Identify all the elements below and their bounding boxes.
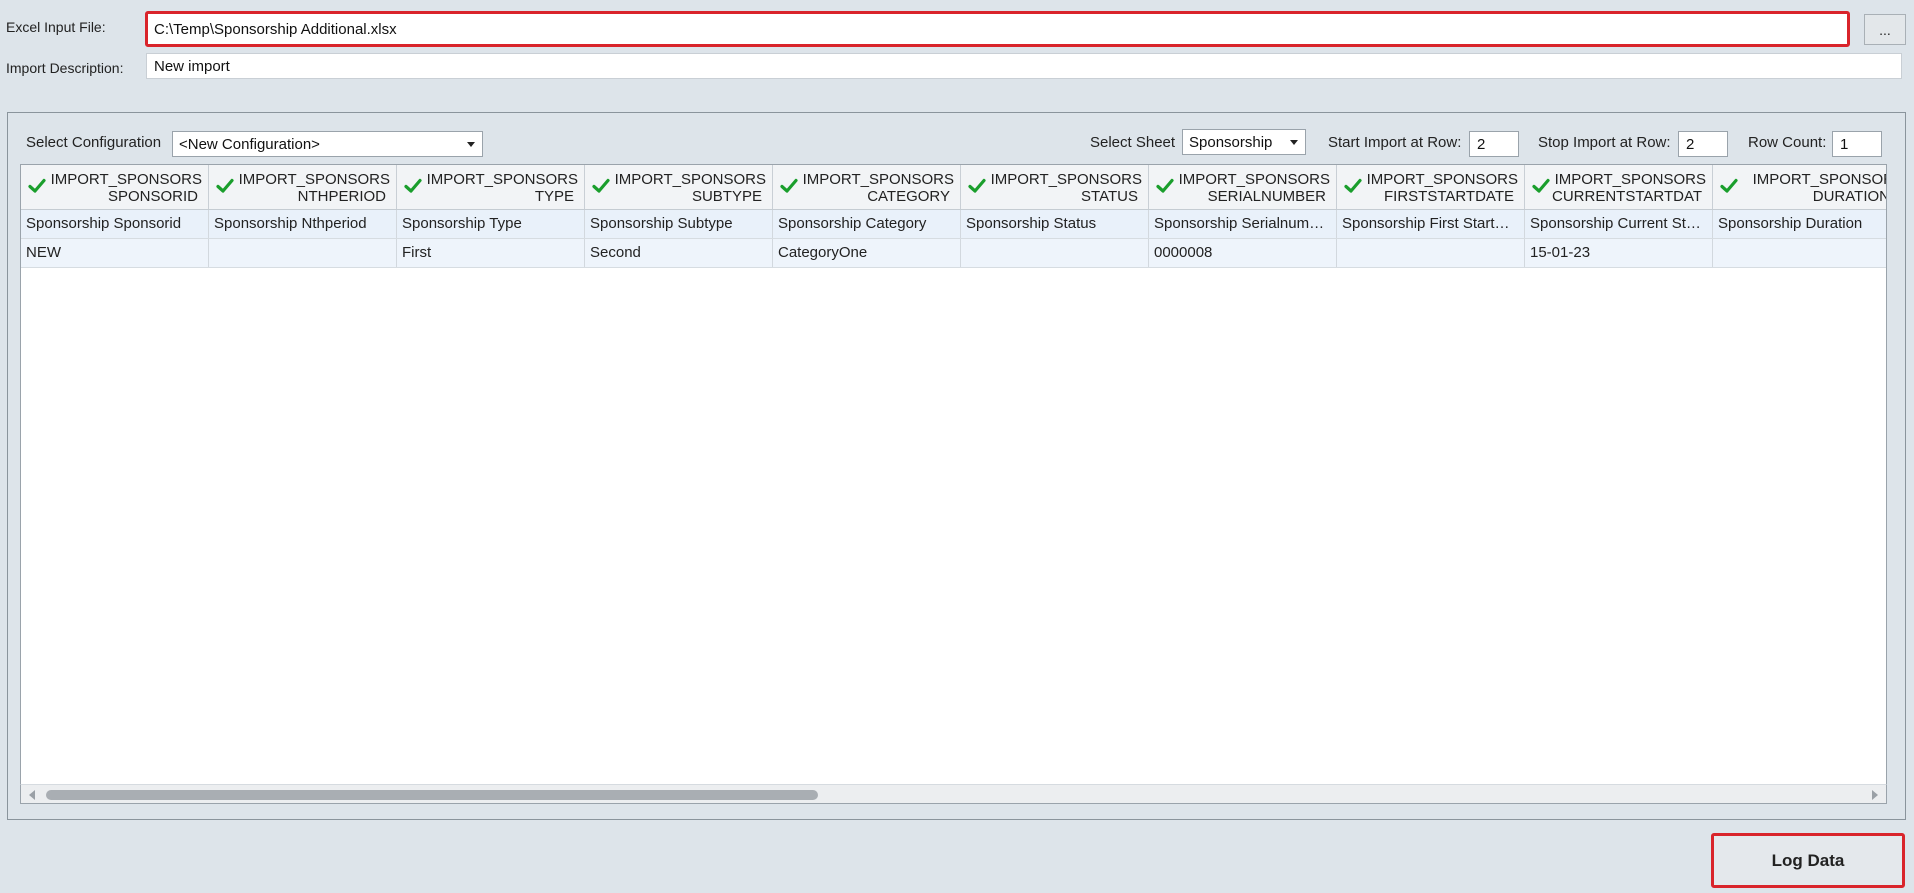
grid-body: NEW First Second CategoryOne 0000008 15-01-23 [21, 239, 1886, 268]
table-cell[interactable]: CategoryOne [773, 239, 961, 267]
configuration-dropdown[interactable]: <New Configuration> [172, 131, 483, 157]
excel-input-field[interactable]: C:\Temp\Sponsorship Additional.xlsx [145, 11, 1850, 47]
column-header[interactable]: IMPORT_SPONSORS SERIALNUMBER [1149, 165, 1337, 209]
column-header-line1: IMPORT_SPONSORS [614, 171, 766, 188]
column-header-line2: STATUS [1081, 188, 1138, 205]
stop-row-input[interactable]: 2 [1678, 131, 1728, 157]
description-cell[interactable]: Sponsorship Subtype [585, 210, 773, 238]
column-header-line1: IMPORT_SPONSORS [802, 171, 954, 188]
column-header[interactable]: IMPORT_SPONSORS SUBTYPE [585, 165, 773, 209]
check-icon [28, 178, 46, 193]
excel-input-value: C:\Temp\Sponsorship Additional.xlsx [154, 20, 397, 38]
table-cell[interactable] [1713, 239, 1886, 267]
column-header[interactable]: IMPORT_SPONSOR DURATION [1713, 165, 1887, 209]
column-header-line1: IMPORT_SPONSORS [1178, 171, 1330, 188]
sheet-dropdown[interactable]: Sponsorship [1182, 129, 1306, 155]
column-header-line2: FIRSTSTARTDATE [1383, 188, 1514, 205]
scroll-left-icon[interactable] [29, 790, 35, 800]
grid-header-row: IMPORT_SPONSORS SPONSORID IMPORT_SPONSORS N… [21, 165, 1886, 210]
import-description-field[interactable]: New import [146, 53, 1902, 79]
import-description-label: Import Description: [6, 60, 124, 76]
select-sheet-label: Select Sheet [1090, 134, 1176, 151]
check-icon [968, 178, 986, 193]
check-icon [780, 178, 798, 193]
scrollbar-thumb[interactable] [46, 790, 818, 800]
table-cell[interactable] [961, 239, 1149, 267]
table-cell[interactable]: First [397, 239, 585, 267]
column-header[interactable]: IMPORT_SPONSORS SPONSORID [21, 165, 209, 209]
row-count-value: 1 [1840, 135, 1849, 153]
description-cell[interactable]: Sponsorship Category [773, 210, 961, 238]
check-icon [1532, 178, 1550, 193]
row-count-label: Row Count: [1748, 134, 1827, 151]
description-cell[interactable]: Sponsorship Status [961, 210, 1149, 238]
description-cell[interactable]: Sponsorship Nthperiod [209, 210, 397, 238]
column-header[interactable]: IMPORT_SPONSORS CURRENTSTARTDAT [1525, 165, 1713, 209]
column-header-line1: IMPORT_SPONSOR [1752, 171, 1887, 188]
table-row[interactable]: NEW First Second CategoryOne 0000008 15-01-23 [21, 239, 1886, 268]
stop-row-label: Stop Import at Row: [1538, 134, 1671, 151]
table-cell[interactable]: Second [585, 239, 773, 267]
column-header-line2: CATEGORY [867, 188, 950, 205]
chevron-down-icon [467, 142, 475, 147]
chevron-down-icon [1290, 140, 1298, 145]
row-count-input[interactable]: 1 [1832, 131, 1882, 157]
check-icon [592, 178, 610, 193]
table-cell[interactable] [1337, 239, 1525, 267]
description-cell[interactable]: Sponsorship Duration [1713, 210, 1886, 238]
column-header-line2: TYPE [534, 188, 574, 205]
check-icon [404, 178, 422, 193]
scroll-right-icon[interactable] [1872, 790, 1878, 800]
excel-input-label: Excel Input File: [6, 19, 106, 35]
table-cell[interactable]: NEW [21, 239, 209, 267]
description-cell[interactable]: Sponsorship Serialnum… [1149, 210, 1337, 238]
check-icon [1156, 178, 1174, 193]
select-configuration-label: Select Configuration [26, 134, 162, 151]
description-row: Sponsorship Sponsorid Sponsorship Nthperi… [21, 210, 1886, 239]
stop-row-value: 2 [1686, 135, 1695, 153]
description-cell[interactable]: Sponsorship Current St… [1525, 210, 1713, 238]
column-header-line1: IMPORT_SPONSORS [990, 171, 1142, 188]
sheet-value: Sponsorship [1189, 133, 1273, 151]
column-header[interactable]: IMPORT_SPONSORS FIRSTSTARTDATE [1337, 165, 1525, 209]
description-cell[interactable]: Sponsorship Sponsorid [21, 210, 209, 238]
data-grid: IMPORT_SPONSORS SPONSORID IMPORT_SPONSORS N… [20, 164, 1887, 804]
column-header-line2: CURRENTSTARTDAT [1552, 188, 1702, 205]
column-header[interactable]: IMPORT_SPONSORS TYPE [397, 165, 585, 209]
horizontal-scrollbar[interactable] [20, 784, 1887, 804]
column-header-line1: IMPORT_SPONSORS [1554, 171, 1706, 188]
column-header-line2: DURATION [1812, 188, 1887, 205]
table-cell[interactable]: 15-01-23 [1525, 239, 1713, 267]
column-header-line1: IMPORT_SPONSORS [238, 171, 390, 188]
description-cell[interactable]: Sponsorship First Start… [1337, 210, 1525, 238]
description-cell[interactable]: Sponsorship Type [397, 210, 585, 238]
column-header[interactable]: IMPORT_SPONSORS NTHPERIOD [209, 165, 397, 209]
configuration-value: <New Configuration> [179, 135, 320, 153]
check-icon [216, 178, 234, 193]
log-data-button[interactable]: Log Data [1711, 833, 1905, 888]
check-icon [1344, 178, 1362, 193]
column-header-line1: IMPORT_SPONSORS [426, 171, 578, 188]
column-header-line1: IMPORT_SPONSORS [50, 171, 202, 188]
column-header-line2: SPONSORID [107, 188, 198, 205]
check-icon [1720, 178, 1738, 193]
start-row-input[interactable]: 2 [1469, 131, 1519, 157]
table-cell[interactable] [209, 239, 397, 267]
column-header[interactable]: IMPORT_SPONSORS STATUS [961, 165, 1149, 209]
browse-button[interactable]: ... [1864, 14, 1906, 45]
start-row-label: Start Import at Row: [1328, 134, 1462, 151]
column-header[interactable]: IMPORT_SPONSORS CATEGORY [773, 165, 961, 209]
column-header-line1: IMPORT_SPONSORS [1366, 171, 1518, 188]
column-header-line2: SUBTYPE [691, 188, 762, 205]
column-header-line2: SERIALNUMBER [1207, 188, 1326, 205]
table-cell[interactable]: 0000008 [1149, 239, 1337, 267]
start-row-value: 2 [1477, 135, 1486, 153]
column-header-line2: NTHPERIOD [297, 188, 386, 205]
import-description-value: New import [154, 57, 230, 75]
